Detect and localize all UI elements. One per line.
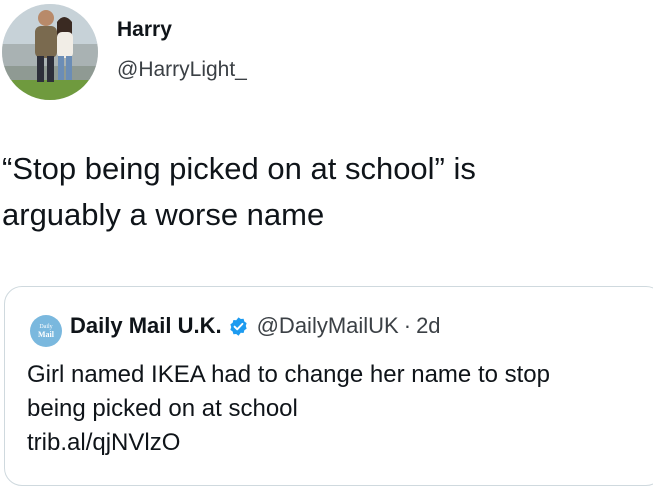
quoted-author-name[interactable]: Daily Mail U.K.: [70, 313, 222, 339]
quoted-text-line-1: Girl named IKEA had to change her name t…: [27, 361, 550, 388]
quoted-tweet-timestamp[interactable]: 2d: [416, 313, 440, 339]
avatar[interactable]: [2, 4, 98, 100]
quoted-text-line-2: being picked on at school: [27, 395, 298, 422]
quoted-tweet-text: Girl named IKEA had to change her name t…: [27, 358, 653, 460]
tweet-text: “Stop being picked on at school” is argu…: [2, 151, 476, 232]
quoted-tweet-link[interactable]: trib.al/qjNVlzO: [27, 426, 653, 460]
author-display-name[interactable]: Harry: [117, 18, 172, 42]
author-handle[interactable]: @HarryLight_: [117, 58, 247, 82]
tweet: Harry @HarryLight_ “Stop being picked on…: [0, 0, 653, 486]
verified-badge-icon: [229, 316, 247, 336]
daily-mail-logo-main: Mail: [38, 330, 54, 339]
header-separator: ·: [403, 313, 412, 338]
quoted-tweet-header: Daily Mail U.K. @DailyMailUK · 2d: [70, 313, 441, 339]
quoted-author-avatar[interactable]: Daily Mail: [30, 315, 62, 347]
quoted-author-handle[interactable]: @DailyMailUK: [257, 313, 399, 339]
profile-photo-icon: [2, 4, 98, 100]
